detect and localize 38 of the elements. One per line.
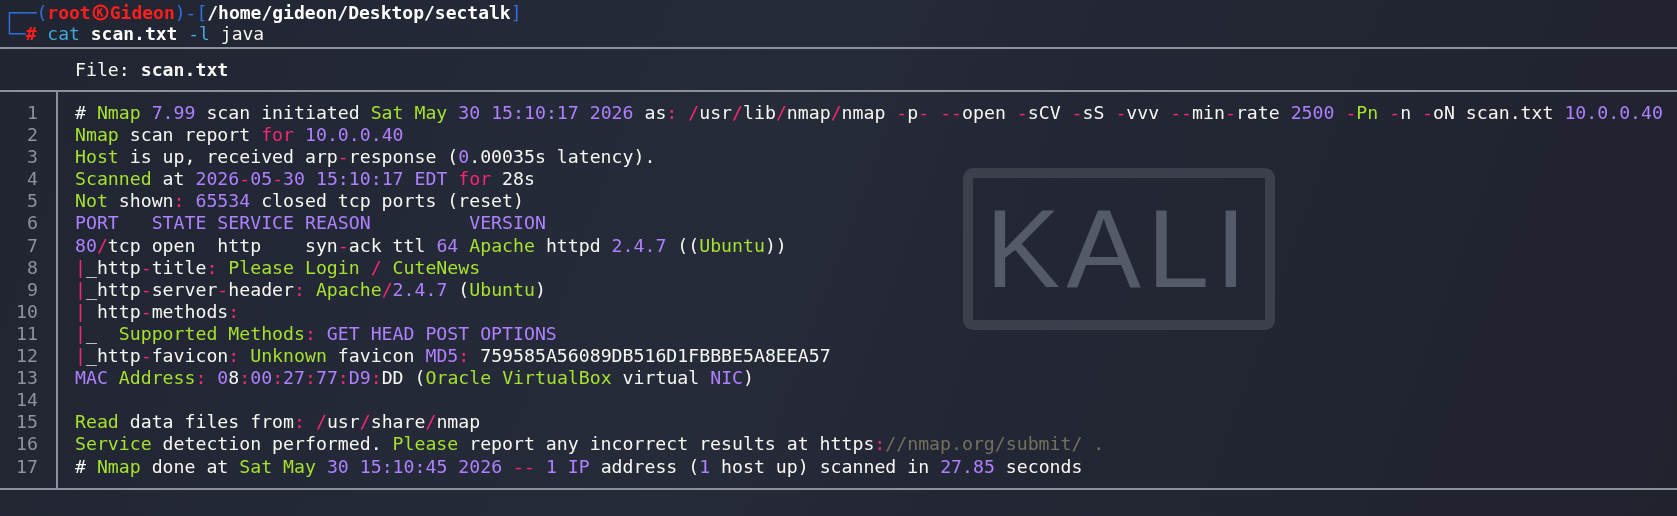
code-line: Read data files from: /usr/share/nmap	[75, 411, 481, 434]
code-line: Host is up, received arp-response (0.00035s latency).	[75, 146, 656, 169]
code-line: Nmap scan report for 10.0.0.40	[75, 124, 404, 147]
code-line: |_http-title: Please Login / CuteNews	[75, 256, 481, 279]
line-number: 6	[27, 212, 38, 235]
line-number: 9	[27, 278, 38, 301]
line-number: 10	[16, 300, 38, 323]
prompt-user: ┌──(root	[4, 2, 91, 23]
line-number: 14	[16, 389, 38, 412]
circled-k-icon	[91, 4, 109, 21]
code-line: # Nmap done at Sat May 30 15:10:45 2026 -- 1 IP address (1 host up) scanned in 27.85 seconds	[75, 455, 1083, 478]
line-number: 7	[27, 234, 38, 257]
code-line: 80/tcp open http syn-ack ttl 64 Apache httpd 2.4.7 ((Ubuntu))	[75, 234, 787, 257]
line-number: 16	[16, 433, 38, 456]
code-line: Scanned at 2026-05-30 15:10:17 EDT for 28s	[75, 168, 535, 191]
code-line: |_ Supported Methods: GET HEAD POST OPTIONS	[75, 322, 557, 346]
line-number: 5	[27, 190, 38, 213]
code-line: # Nmap 7.99 scan initiated Sat May 30 15:10:17 2026 as: /usr/lib/nmap/nmap -p- --open -sCV -sS -vvv --min-rate 2500 -Pn -n -oN scan.txt 10.0.0.40	[75, 102, 1663, 125]
line-number: 4	[27, 168, 38, 191]
code-line: Service detection performed. Please report any incorrect results at https://nmap.org/submit/ .	[75, 433, 1105, 456]
line-number: 11	[16, 322, 38, 346]
line-number: 3	[27, 146, 38, 169]
code-line: MAC Address: 08:00:27:77:D9:DD (Oracle VirtualBox virtual NIC)	[75, 367, 754, 390]
line-number: 15	[16, 411, 38, 434]
command-line: └─# cat scan.txt -l java	[4, 23, 265, 44]
line-number: 17	[16, 455, 38, 478]
line-number: 1	[27, 102, 38, 125]
code-line: |_http-favicon: Unknown favicon MD5: 759585A56089DB516D1FBBBE5A8EEA57	[75, 345, 831, 368]
code-line: PORT STATE SERVICE REASON VERSION	[75, 212, 546, 235]
code-line: |_http-server-header: Apache/2.4.7 (Ubuntu)	[75, 278, 546, 301]
line-number: 13	[16, 367, 38, 390]
line-number: 12	[16, 345, 38, 368]
code-line: Not shown: 65534 closed tcp ports (reset)	[75, 190, 524, 213]
line-number: 2	[27, 124, 38, 147]
line-number: 8	[27, 256, 38, 279]
file-header: File: scan.txt	[75, 59, 229, 80]
code-line: | http-methods:	[75, 300, 240, 323]
prompt-host-path: Gideon)-[/home/gideon/Desktop/sectalk]	[109, 2, 522, 23]
